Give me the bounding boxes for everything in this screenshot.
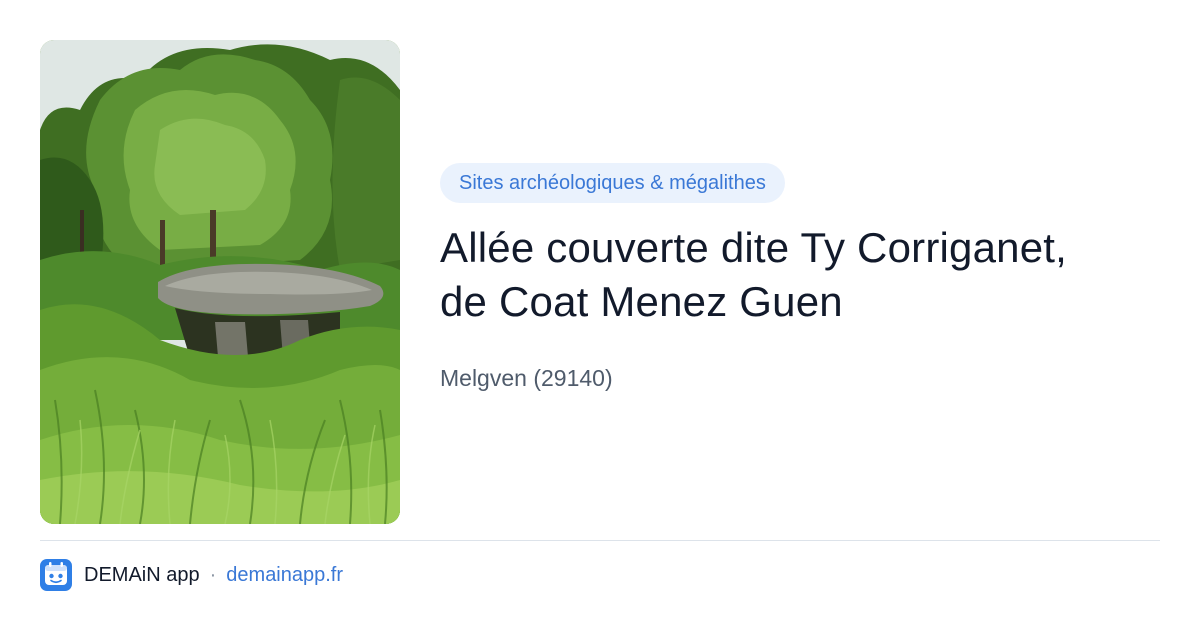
app-name: DEMAiN app [84,563,200,586]
app-domain-link[interactable]: demainapp.fr [226,564,343,587]
category-chip[interactable]: Sites archéologiques & mégalithes [440,163,785,203]
demain-app-logo-icon [40,559,72,591]
footer-divider [40,540,1160,541]
site-photo [40,40,400,524]
site-title: Allée couverte dite Ty Corriganet, de Co… [440,221,1160,329]
card-content: Sites archéologiques & mégalithes Allée … [440,163,1160,392]
footer-separator: · [209,563,217,586]
site-title-line-1: Allée couverte dite Ty Corriganet, [440,224,1068,271]
footer: DEMAiN app · demainapp.fr [40,558,343,592]
dolmen-photo-illustration [40,40,400,524]
site-title-line-2: de Coat Menez Guen [440,278,843,325]
site-location: Melgven (29140) [440,365,613,391]
